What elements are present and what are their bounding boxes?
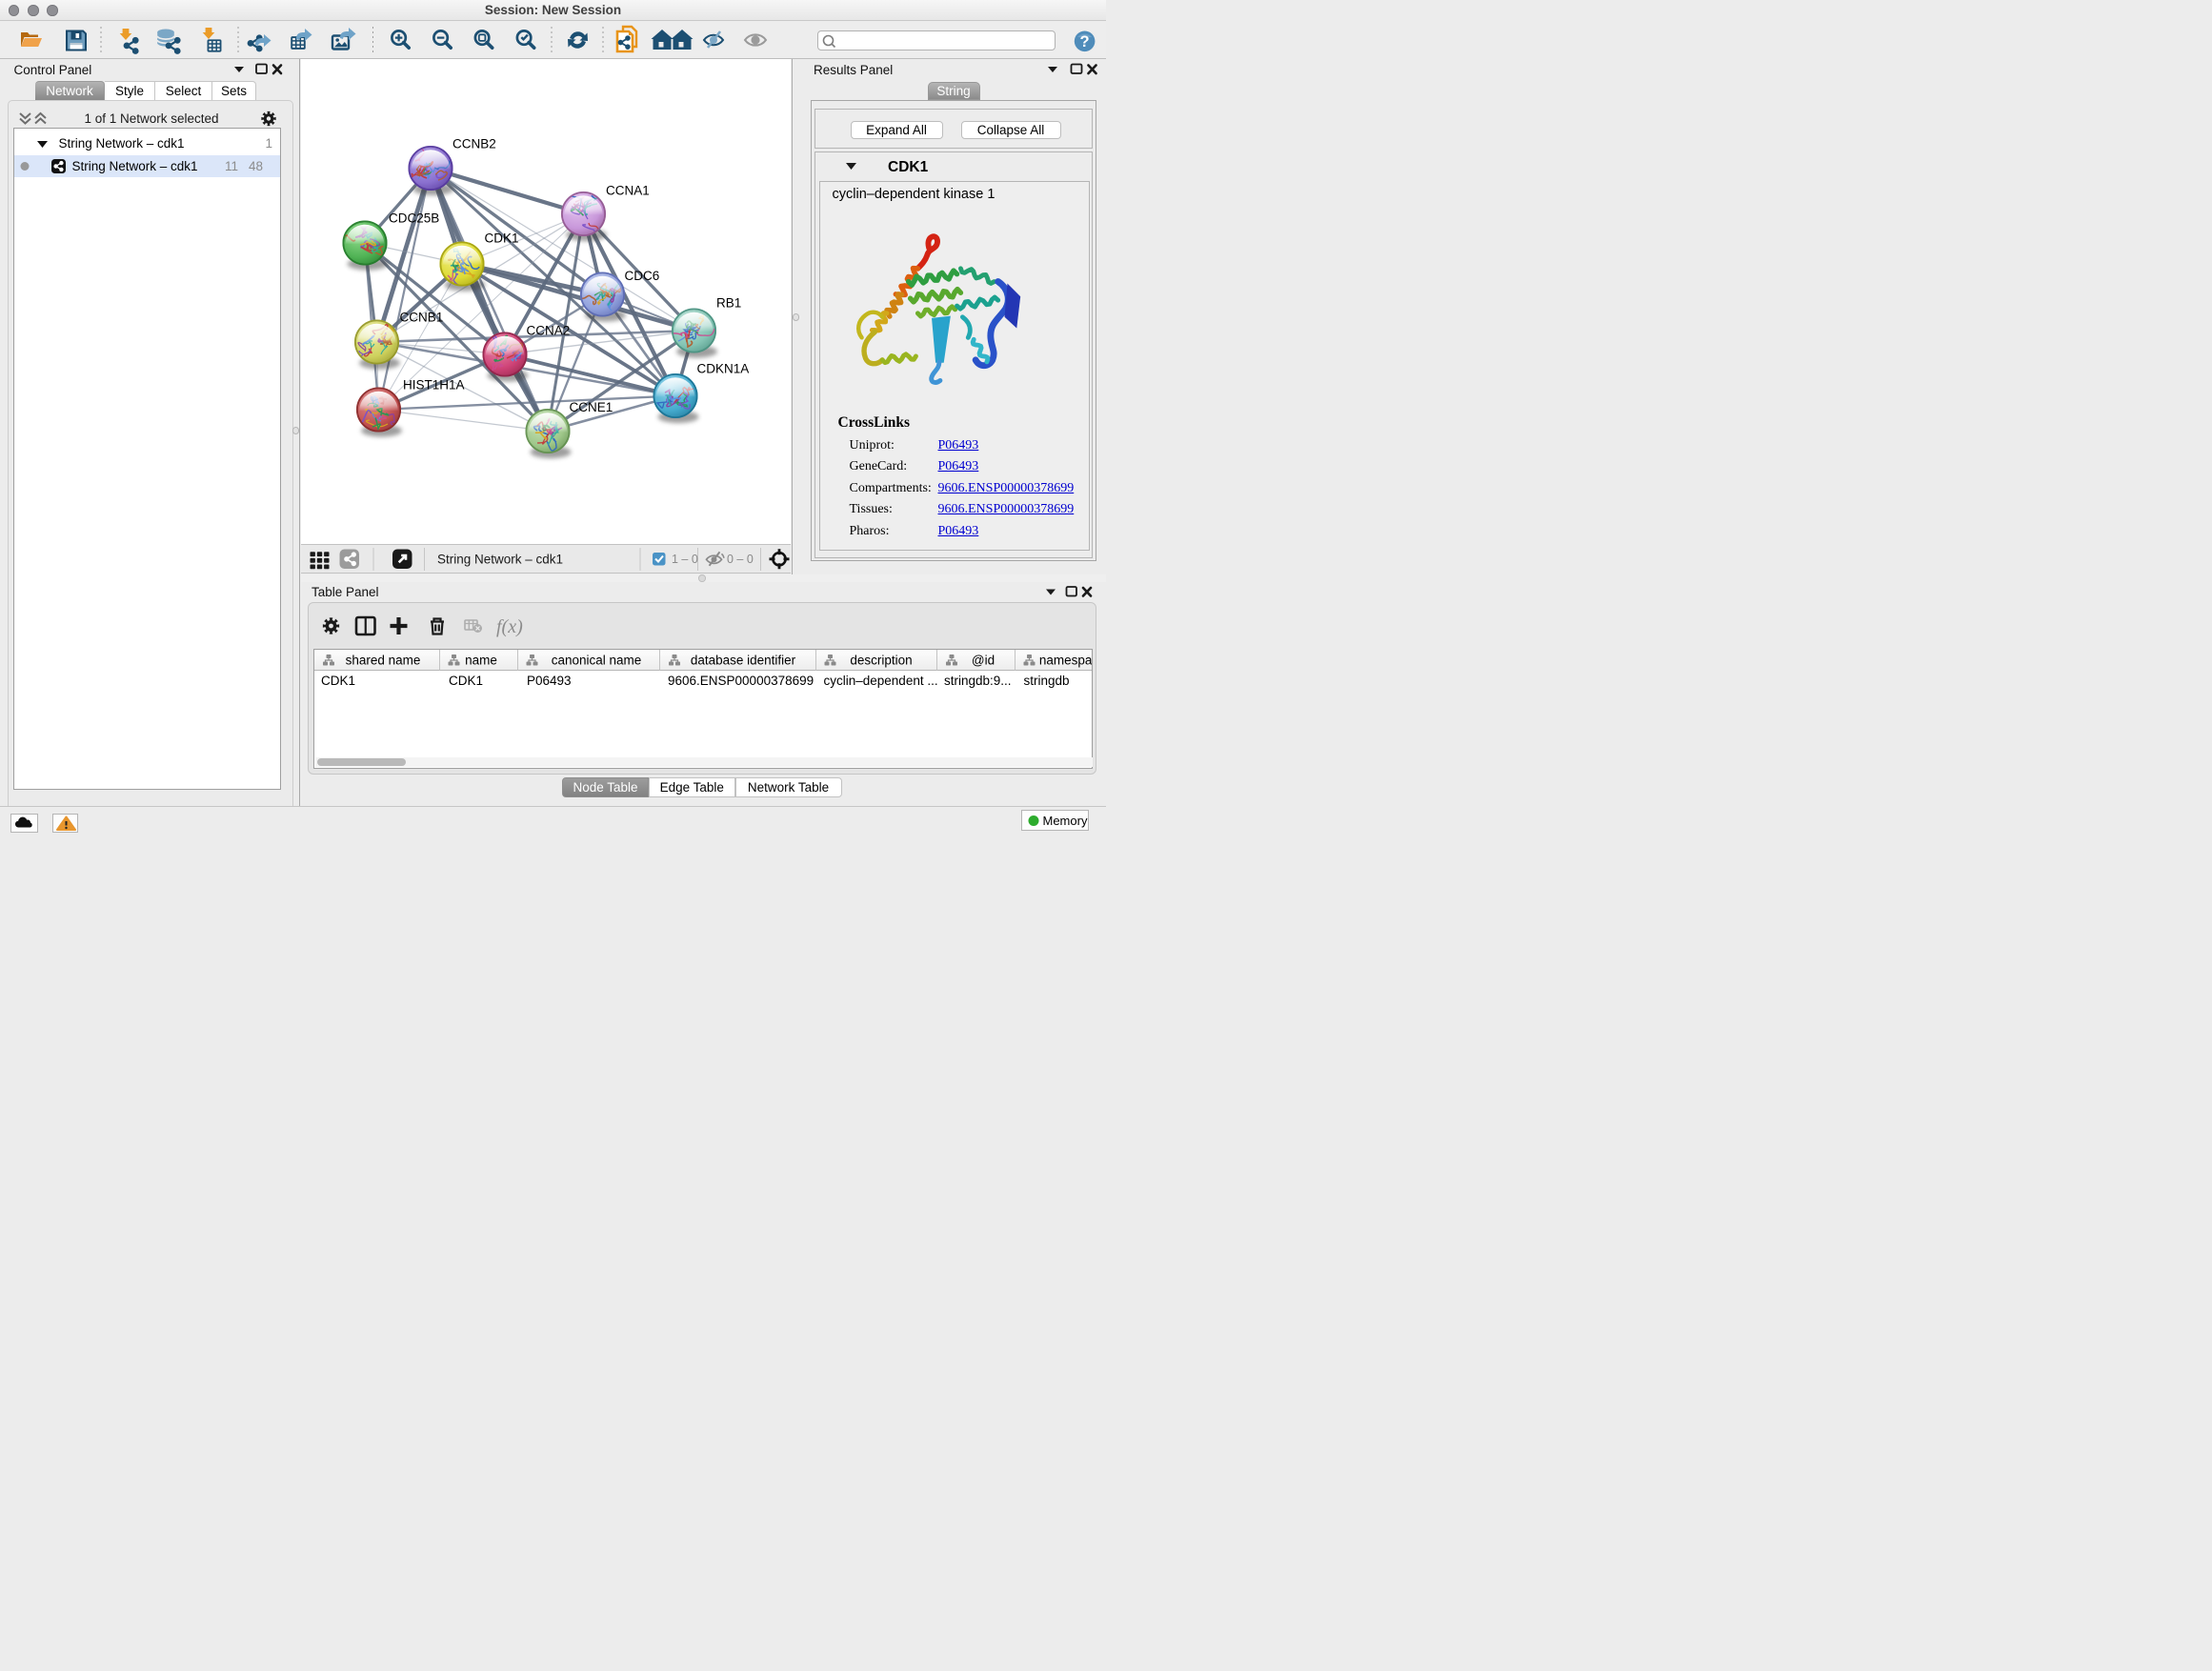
- svg-text:1 of 1 Network selected: 1 of 1 Network selected: [84, 111, 218, 126]
- svg-text:HIST1H1A: HIST1H1A: [403, 378, 465, 393]
- svg-text:CDC25B: CDC25B: [389, 211, 439, 226]
- svg-text:1 – 0: 1 – 0: [672, 553, 698, 566]
- svg-text:CCNA2: CCNA2: [527, 324, 571, 338]
- svg-text:name: name: [465, 654, 497, 668]
- svg-text:String Network – cdk1: String Network – cdk1: [437, 552, 563, 566]
- svg-text:@id: @id: [972, 654, 995, 668]
- svg-text:description: description: [850, 654, 912, 668]
- svg-text:CDKN1A: CDKN1A: [697, 362, 750, 376]
- svg-text:0 – 0: 0 – 0: [727, 553, 754, 566]
- svg-text:shared name: shared name: [346, 654, 421, 668]
- svg-text:CCNB2: CCNB2: [452, 137, 496, 151]
- svg-text:canonical name: canonical name: [552, 654, 642, 668]
- svg-text:RB1: RB1: [716, 296, 741, 311]
- svg-text:f(x): f(x): [496, 616, 523, 637]
- svg-text:CCNB1: CCNB1: [400, 311, 444, 325]
- svg-text:CCNA1: CCNA1: [606, 184, 650, 198]
- svg-text:CCNE1: CCNE1: [570, 400, 613, 414]
- svg-text:Memory: Memory: [1043, 814, 1088, 828]
- svg-text:?: ?: [1080, 33, 1090, 50]
- svg-text:database identifier: database identifier: [691, 654, 796, 668]
- svg-text:CDK1: CDK1: [888, 159, 929, 175]
- svg-text:CDC6: CDC6: [625, 269, 660, 283]
- svg-text:namespac: namespac: [1039, 654, 1092, 668]
- svg-text:CDK1: CDK1: [485, 232, 519, 246]
